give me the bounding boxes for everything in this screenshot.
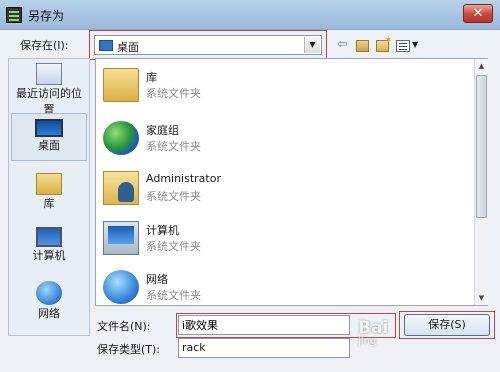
place-label: 计算机 xyxy=(32,249,66,262)
recent-places-icon xyxy=(36,63,62,85)
views-dropdown-arrow-icon[interactable]: ▼ xyxy=(412,37,418,53)
file-item-homegroup[interactable]: 家庭组 系统文件夹 xyxy=(103,119,463,163)
user-folder-icon xyxy=(103,171,139,205)
file-name: 网络 xyxy=(146,273,168,286)
place-label: 网络 xyxy=(38,307,60,320)
file-item-computer[interactable]: 计算机 系统文件夹 xyxy=(103,219,463,263)
title-bar: 另存为 ✕ xyxy=(0,0,500,30)
file-name: 库 xyxy=(146,71,157,84)
close-button[interactable]: ✕ xyxy=(463,4,493,23)
place-label: 库 xyxy=(43,197,55,210)
up-folder-icon[interactable] xyxy=(356,40,369,52)
network-icon xyxy=(103,270,139,304)
watermark-text: Bai xyxy=(358,318,389,338)
filetype-select[interactable]: rack xyxy=(178,338,350,358)
views-menu-icon[interactable] xyxy=(396,40,410,52)
homegroup-icon xyxy=(103,121,139,155)
watermark-subtext: jing xyxy=(358,336,377,347)
file-name: 计算机 xyxy=(146,224,179,237)
file-type: 系统文件夹 xyxy=(146,87,201,100)
scroll-thumb[interactable] xyxy=(476,75,487,218)
scroll-up-icon[interactable]: ▲ xyxy=(475,59,488,73)
file-type: 系统文件夹 xyxy=(146,289,201,302)
place-library[interactable]: 库 xyxy=(11,173,87,211)
computer-icon xyxy=(103,221,139,255)
library-icon xyxy=(103,68,139,102)
place-desktop[interactable]: 桌面 xyxy=(11,113,87,161)
filetype-label: 保存类型(T): xyxy=(97,343,161,356)
place-network[interactable]: 网络 xyxy=(11,281,87,321)
window-title: 另存为 xyxy=(28,9,65,23)
back-arrow-icon[interactable]: ⇦ xyxy=(337,37,348,53)
file-name: 家庭组 xyxy=(146,124,179,137)
app-icon xyxy=(6,7,22,23)
network-icon xyxy=(36,281,62,305)
file-type: 系统文件夹 xyxy=(146,190,201,203)
desktop-icon xyxy=(35,119,63,137)
watermark: Bai jing xyxy=(358,318,436,360)
save-in-label: 保存在(I): xyxy=(20,39,69,52)
library-icon xyxy=(36,173,62,195)
filename-label: 文件名(N): xyxy=(97,320,151,333)
file-type: 系统文件夹 xyxy=(146,140,201,153)
computer-icon xyxy=(36,227,62,247)
new-folder-icon[interactable] xyxy=(376,33,392,52)
file-type: 系统文件夹 xyxy=(146,240,201,253)
file-item-administrator[interactable]: Administrator 系统文件夹 xyxy=(103,169,463,213)
vertical-scrollbar[interactable]: ▲ ▼ xyxy=(474,59,488,305)
file-item-library[interactable]: 库 系统文件夹 xyxy=(103,66,463,110)
scroll-down-icon[interactable]: ▼ xyxy=(475,291,488,305)
places-bar: 最近访问的位置 桌面 库 计算机 网络 xyxy=(8,58,90,336)
place-label: 桌面 xyxy=(38,139,60,152)
place-recent[interactable]: 最近访问的位置 xyxy=(11,63,87,117)
place-computer[interactable]: 计算机 xyxy=(11,227,87,263)
place-label: 最近访问的位置 xyxy=(16,87,82,116)
file-item-network[interactable]: 网络 系统文件夹 xyxy=(103,268,463,312)
file-name: Administrator xyxy=(146,172,221,185)
highlight-box-save-in xyxy=(89,30,327,60)
